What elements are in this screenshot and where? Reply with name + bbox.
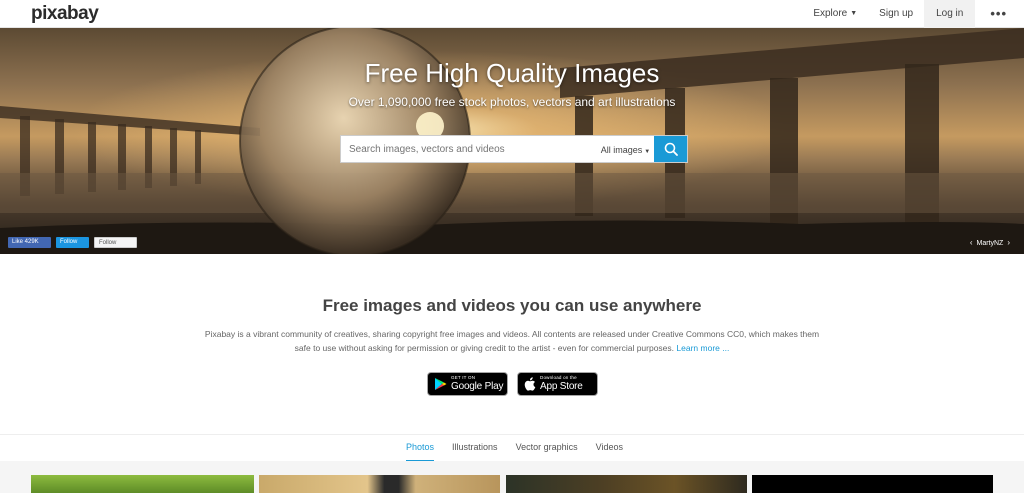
gallery-thumbnail[interactable]	[31, 475, 254, 493]
search-button[interactable]	[654, 136, 687, 162]
chevron-down-icon: ▼	[850, 10, 858, 17]
search-input[interactable]	[341, 136, 597, 162]
intro-text: Pixabay is a vibrant community of creati…	[200, 327, 824, 355]
gplus-follow-button[interactable]: Follow	[94, 237, 137, 248]
hero-title: Free High Quality Images	[364, 58, 660, 88]
app-store-button[interactable]: Download on the App Store	[517, 372, 598, 396]
intro-title: Free images and videos you can use anywh…	[322, 296, 702, 315]
pixabay-logo[interactable]: pixabay	[31, 3, 99, 25]
more-menu-icon[interactable]: •••	[975, 0, 1024, 28]
top-nav: Explore ▼ Sign up Log in •••	[802, 0, 1024, 28]
nav-log-in[interactable]: Log in	[924, 0, 976, 28]
tab-illustrations[interactable]: Illustrations	[452, 435, 498, 462]
search-icon	[664, 142, 678, 156]
chevron-down-icon: ▼	[644, 149, 651, 155]
app-store-big: App Store	[540, 380, 583, 392]
facebook-like-button[interactable]: Like 429K	[8, 237, 51, 248]
gallery-thumbnail[interactable]	[259, 475, 500, 493]
apple-icon	[524, 377, 536, 391]
nav-explore-label: Explore	[813, 8, 848, 19]
photo-credit-name[interactable]: MartyNZ	[976, 240, 1003, 247]
google-play-icon	[435, 378, 447, 390]
gallery-thumbnail[interactable]	[752, 475, 993, 493]
nav-sign-up[interactable]: Sign up	[868, 0, 924, 28]
hero-banner: Free High Quality Images Over 1,090,000 …	[0, 28, 1024, 254]
chevron-left-icon[interactable]: ‹	[970, 238, 973, 247]
top-bar: pixabay Explore ▼ Sign up Log in •••	[0, 0, 1024, 28]
search-bar: All images▼	[340, 135, 688, 163]
tab-photos[interactable]: Photos	[406, 435, 435, 462]
gallery-thumbnail[interactable]	[506, 475, 747, 493]
learn-more-link[interactable]: Learn more ...	[676, 343, 729, 353]
tab-vector-graphics[interactable]: Vector graphics	[516, 435, 578, 462]
nav-explore[interactable]: Explore ▼	[802, 0, 868, 28]
google-play-big: Google Play	[451, 380, 504, 392]
app-store-badges: GET IT ON Google Play Download on the Ap…	[427, 372, 598, 396]
tab-videos[interactable]: Videos	[596, 435, 623, 462]
chevron-right-icon[interactable]: ›	[1007, 238, 1010, 247]
hero-subtitle: Over 1,090,000 free stock photos, vector…	[348, 95, 676, 109]
media-type-label: All images	[600, 145, 643, 155]
google-play-button[interactable]: GET IT ON Google Play	[427, 372, 508, 396]
photo-credit: ‹ MartyNZ ›	[966, 238, 1014, 247]
media-type-dropdown[interactable]: All images ▼	[597, 136, 654, 162]
social-buttons: Like 429K Follow Follow	[8, 237, 137, 248]
twitter-follow-button[interactable]: Follow	[56, 237, 89, 248]
media-tabs: Photos Illustrations Vector graphics Vid…	[0, 434, 1024, 462]
